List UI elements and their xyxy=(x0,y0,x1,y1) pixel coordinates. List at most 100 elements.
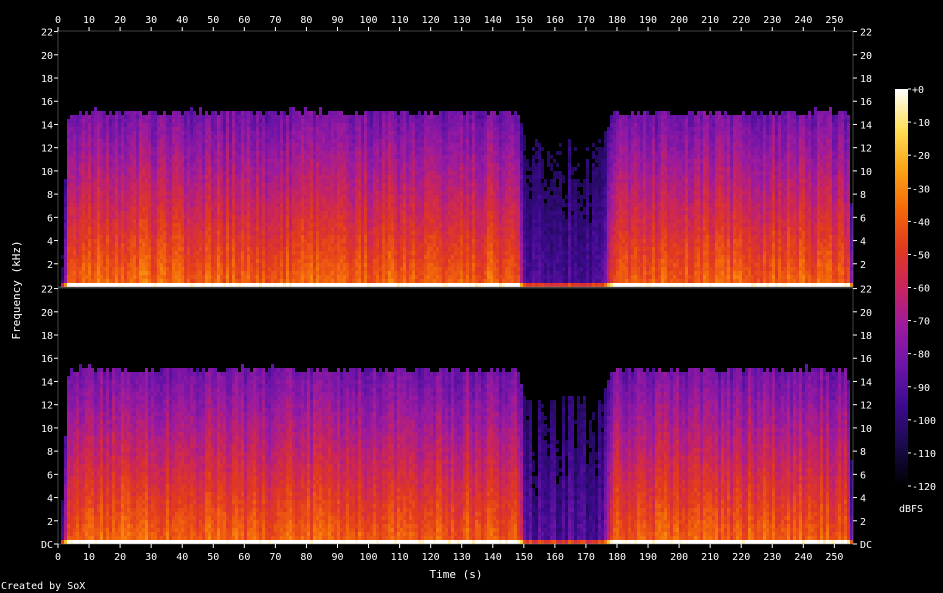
y-tick-label: 6 xyxy=(47,470,53,481)
x-tick-label: 80 xyxy=(300,552,312,563)
y-tick-label: 22 xyxy=(860,285,872,296)
colorbar-tick-label: -20 xyxy=(912,151,930,162)
y-tick-label: 2 xyxy=(860,260,866,271)
x-tick-label: 110 xyxy=(391,552,409,563)
y-tick-label: 8 xyxy=(47,447,53,458)
x-tick-label: 240 xyxy=(794,552,812,563)
colorbar-tick-label: -70 xyxy=(912,317,930,328)
x-tick-label: 160 xyxy=(546,552,564,563)
x-tick-label: 80 xyxy=(300,15,312,26)
x-tick-label: 40 xyxy=(176,552,188,563)
colorbar-tick-label: -110 xyxy=(912,449,936,460)
colorbar-tick-label: -30 xyxy=(912,184,930,195)
colorbar-tick-label: -120 xyxy=(912,482,936,493)
colorbar-tick-label: +0 xyxy=(912,85,924,96)
y-tick-label: 12 xyxy=(860,144,872,155)
y-tick-label: 18 xyxy=(860,74,872,85)
y-axis-label: Frequency (kHz) xyxy=(10,240,23,339)
y-tick-label: 12 xyxy=(41,144,53,155)
x-tick-label: 170 xyxy=(577,552,595,563)
x-tick-label: 130 xyxy=(453,15,471,26)
colorbar-tick-label: -10 xyxy=(912,118,930,129)
y-tick-label: 22 xyxy=(860,28,872,39)
colorbar-tick-label: -80 xyxy=(912,350,930,361)
x-tick-label: 240 xyxy=(794,15,812,26)
y-tick-label: 10 xyxy=(41,167,53,178)
x-tick-label: 30 xyxy=(145,552,157,563)
x-tick-label: 150 xyxy=(515,15,533,26)
created-by-credit: Created by SoX xyxy=(1,581,85,592)
y-tick-label: 4 xyxy=(47,494,53,505)
y-tick-label: 12 xyxy=(860,401,872,412)
x-tick-label: 180 xyxy=(608,15,626,26)
x-tick-label: 30 xyxy=(145,15,157,26)
x-tick-label: 150 xyxy=(515,552,533,563)
colorbar-tick-label: -40 xyxy=(912,217,930,228)
x-tick-label: 70 xyxy=(269,15,281,26)
y-tick-label: 8 xyxy=(860,447,866,458)
x-tick-label: 20 xyxy=(114,15,126,26)
y-tick-label: 4 xyxy=(860,494,866,505)
x-tick-label: 220 xyxy=(732,15,750,26)
x-tick-label: 140 xyxy=(484,15,502,26)
y-tick-label: 14 xyxy=(41,377,53,388)
y-tick-label: 6 xyxy=(860,213,866,224)
y-tick-label: 2 xyxy=(47,260,53,271)
x-tick-label: 190 xyxy=(639,552,657,563)
y-tick-label: 16 xyxy=(860,354,872,365)
y-tick-label: 2 xyxy=(860,517,866,528)
x-tick-label: 40 xyxy=(176,15,188,26)
y-tick-label: 22 xyxy=(41,28,53,39)
colorbar-ticks: +0-10-20-30-40-50-60-70-80-90-100-110-12… xyxy=(908,85,936,493)
y-tick-label: DC xyxy=(860,540,872,551)
colorbar-tick-label: -90 xyxy=(912,383,930,394)
y-tick-label: 2 xyxy=(47,517,53,528)
y-tick-label: 14 xyxy=(41,120,53,131)
colorbar xyxy=(895,89,908,486)
x-tick-label: 60 xyxy=(238,552,250,563)
x-tick-label: 120 xyxy=(422,552,440,563)
y-tick-label: 6 xyxy=(860,470,866,481)
y-tick-label: 14 xyxy=(860,120,872,131)
x-tick-label: 140 xyxy=(484,552,502,563)
x-tick-label: 100 xyxy=(360,552,378,563)
x-tick-label: 200 xyxy=(670,15,688,26)
x-tick-label: 110 xyxy=(391,15,409,26)
y-tick-label: 14 xyxy=(860,377,872,388)
x-tick-label: 210 xyxy=(701,552,719,563)
y-tick-label: 22 xyxy=(41,285,53,296)
x-tick-label: 10 xyxy=(83,15,95,26)
y-tick-label: 20 xyxy=(41,308,53,319)
y-tick-label: 10 xyxy=(860,167,872,178)
x-tick-label: 190 xyxy=(639,15,657,26)
colorbar-tick-label: -60 xyxy=(912,284,930,295)
spectrogram-chart: 0010102020303040405050606070708080909010… xyxy=(0,0,943,593)
x-tick-label: 230 xyxy=(763,552,781,563)
y-tick-label: 10 xyxy=(860,424,872,435)
x-tick-label: 200 xyxy=(670,552,688,563)
y-tick-label: 18 xyxy=(41,331,53,342)
y-tick-label: 20 xyxy=(860,308,872,319)
x-tick-label: 210 xyxy=(701,15,719,26)
y-tick-label: 4 xyxy=(860,237,866,248)
x-tick-label: 0 xyxy=(55,552,61,563)
x-tick-label: 0 xyxy=(55,15,61,26)
y-tick-label: 8 xyxy=(860,190,866,201)
y-tick-label: 12 xyxy=(41,401,53,412)
x-tick-label: 10 xyxy=(83,552,95,563)
x-tick-label: 130 xyxy=(453,552,471,563)
x-tick-label: 250 xyxy=(825,15,843,26)
y-tick-label: 16 xyxy=(41,97,53,108)
x-tick-label: 180 xyxy=(608,552,626,563)
x-tick-label: 90 xyxy=(331,552,343,563)
colorbar-tick-label: -50 xyxy=(912,250,930,261)
colorbar-label: dBFS xyxy=(899,504,923,515)
y-tick-label: 18 xyxy=(41,74,53,85)
channel-2-spectrogram xyxy=(58,288,853,544)
x-tick-label: 20 xyxy=(114,552,126,563)
x-tick-label: 60 xyxy=(238,15,250,26)
x-tick-label: 70 xyxy=(269,552,281,563)
x-tick-label: 100 xyxy=(360,15,378,26)
x-tick-label: 170 xyxy=(577,15,595,26)
y-tick-label: 4 xyxy=(47,237,53,248)
